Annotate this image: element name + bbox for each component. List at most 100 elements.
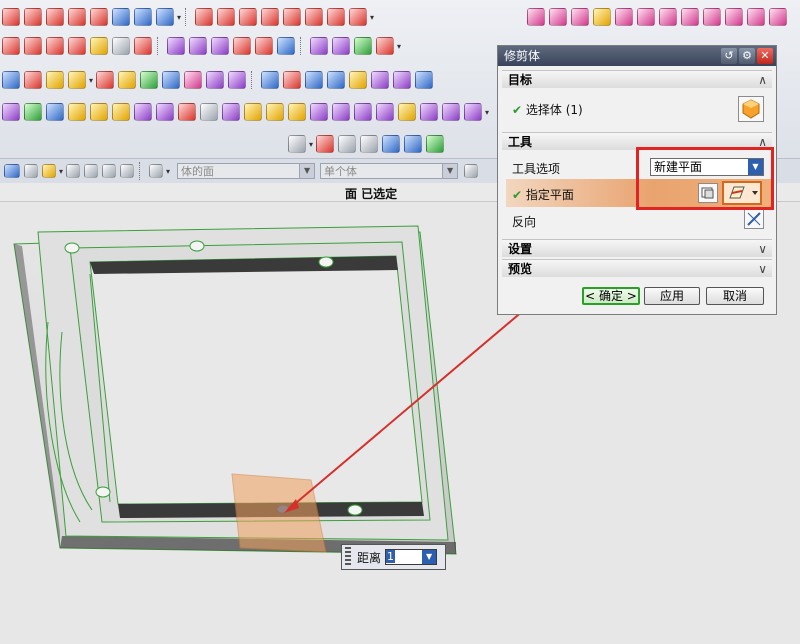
chevron-up-icon[interactable]: ∧ — [758, 71, 767, 89]
delete-face-icon[interactable] — [659, 8, 677, 26]
subtract-icon[interactable] — [354, 103, 372, 121]
apply-button[interactable]: 应用 — [644, 287, 700, 305]
bridge-curve-icon[interactable] — [305, 8, 324, 26]
dropdown-arrow-icon[interactable]: ▾ — [485, 108, 489, 117]
rotate-icon[interactable] — [46, 71, 64, 89]
new-plane-preview[interactable] — [231, 473, 327, 553]
midpoint-icon[interactable] — [102, 164, 117, 178]
intersect-icon[interactable] — [376, 103, 394, 121]
check-geometry-icon[interactable] — [24, 103, 42, 121]
analysis-icon[interactable] — [305, 71, 324, 89]
section-view-icon[interactable] — [96, 71, 115, 89]
corner-icon[interactable] — [283, 8, 302, 26]
slot-icon[interactable] — [134, 103, 152, 121]
curve-icon[interactable] — [2, 8, 20, 26]
fillet-curve-icon[interactable] — [261, 8, 280, 26]
law-extension-icon[interactable] — [376, 37, 394, 55]
constraint-icon[interactable] — [338, 135, 357, 153]
solid-body-selector[interactable] — [738, 96, 764, 122]
chevron-down-icon[interactable]: ▼ — [442, 164, 458, 178]
emboss-icon[interactable] — [178, 103, 196, 121]
zoom-icon[interactable] — [24, 71, 42, 89]
extrude-icon[interactable] — [112, 8, 130, 26]
point-icon[interactable] — [239, 8, 258, 26]
dropdown-arrow-icon[interactable]: ▾ — [89, 76, 93, 85]
layer-settings-icon[interactable] — [228, 71, 247, 89]
paste-face-icon[interactable] — [725, 8, 743, 26]
sweep-icon[interactable] — [156, 8, 174, 26]
edit-object-icon[interactable] — [261, 71, 280, 89]
x-form-icon[interactable] — [310, 37, 328, 55]
target-section-header[interactable]: 目标 ∧ — [502, 70, 772, 88]
resize-blend-icon[interactable] — [637, 8, 655, 26]
patch-icon[interactable] — [255, 37, 273, 55]
previous-icon[interactable] — [426, 135, 445, 153]
scope-filter-combo[interactable]: 单个体 ▼ — [320, 163, 459, 179]
reset-icon[interactable]: ↺ — [721, 48, 737, 64]
sweep-surface-icon[interactable] — [134, 37, 152, 55]
distance-popup[interactable]: 距离 1 ▼ — [341, 544, 446, 570]
forward-arrow-icon[interactable] — [404, 135, 423, 153]
undo-icon[interactable] — [66, 164, 81, 178]
datum-plane-icon[interactable] — [2, 103, 20, 121]
offset-region-icon[interactable] — [593, 8, 611, 26]
pocket-icon[interactable] — [90, 103, 108, 121]
i-form-icon[interactable] — [332, 37, 350, 55]
pad-icon[interactable] — [112, 103, 130, 121]
view-fit-icon[interactable] — [2, 71, 20, 89]
part-pocket[interactable] — [89, 255, 423, 505]
sphere-icon[interactable] — [415, 71, 434, 89]
offset-surface-icon[interactable] — [167, 37, 185, 55]
endpoint-icon[interactable] — [84, 164, 99, 178]
boss-icon[interactable] — [68, 103, 86, 121]
shaded-icon[interactable] — [118, 71, 137, 89]
text-annotation-icon[interactable] — [162, 71, 181, 89]
scale-body-icon[interactable] — [442, 103, 460, 121]
helix-icon[interactable] — [327, 8, 346, 26]
back-arrow-icon[interactable] — [382, 135, 401, 153]
chevron-down-icon[interactable]: ∨ — [758, 240, 767, 258]
color-display-icon[interactable] — [140, 71, 159, 89]
trim-body-icon[interactable] — [200, 103, 218, 121]
split-body-icon[interactable] — [222, 103, 240, 121]
settings-section-header[interactable]: 设置 ∨ — [502, 239, 772, 257]
distance-input[interactable]: 1 ▼ — [385, 549, 438, 565]
sketch-icon[interactable] — [288, 135, 306, 153]
chevron-down-icon[interactable]: ∨ — [758, 260, 767, 278]
move-face-icon[interactable] — [549, 8, 567, 26]
chamfer-icon[interactable] — [288, 103, 306, 121]
dialog-title-bar[interactable]: 修剪体 ↺ ⚙ ✕ — [498, 46, 776, 66]
dimension-icon[interactable] — [316, 135, 335, 153]
shell-icon[interactable] — [310, 103, 328, 121]
dropdown-arrow-icon[interactable]: ▾ — [397, 42, 401, 51]
type-filter-combo[interactable]: 体的面 ▼ — [177, 163, 316, 179]
close-icon[interactable]: ✕ — [757, 48, 773, 64]
text-curve-icon[interactable] — [349, 8, 368, 26]
layer-icon[interactable] — [184, 71, 203, 89]
mirror-face-icon[interactable] — [747, 8, 765, 26]
cancel-button[interactable]: 取消 — [706, 287, 764, 305]
filter-option-icon[interactable] — [464, 164, 479, 178]
boss-hole[interactable] — [64, 242, 80, 254]
sew-icon[interactable] — [233, 37, 251, 55]
chevron-down-icon[interactable]: ▼ — [299, 164, 315, 178]
groove-icon[interactable] — [156, 103, 174, 121]
unite-icon[interactable] — [332, 103, 350, 121]
arc-icon[interactable] — [217, 8, 236, 26]
preview-section-header[interactable]: 预览 ∨ — [502, 259, 772, 277]
offset-curve-icon[interactable] — [90, 8, 108, 26]
boss-hole[interactable] — [189, 240, 205, 252]
ruled-icon[interactable] — [24, 37, 42, 55]
edge-blend-icon[interactable] — [266, 103, 284, 121]
bounded-plane-icon[interactable] — [90, 37, 108, 55]
revolve-icon[interactable] — [134, 8, 152, 26]
divide-curve-icon[interactable] — [68, 8, 86, 26]
boss-hole[interactable] — [347, 504, 363, 516]
drag-handle[interactable] — [345, 547, 351, 567]
spline-icon[interactable] — [24, 8, 42, 26]
tangent-icon[interactable] — [120, 164, 135, 178]
sync-modeling-icon[interactable] — [527, 8, 545, 26]
chevron-down-icon[interactable]: ▼ — [422, 550, 437, 564]
dropdown-arrow-icon[interactable]: ▾ — [309, 140, 313, 149]
trim-curve-icon[interactable] — [46, 8, 64, 26]
